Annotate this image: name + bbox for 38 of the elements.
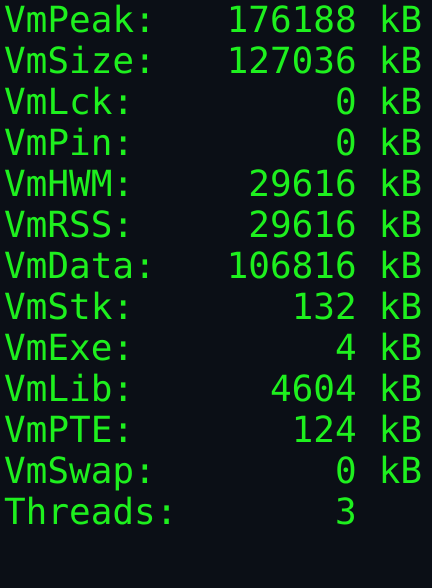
field-value: 0	[334, 451, 357, 492]
unit-label: kB	[378, 0, 422, 41]
field-value: 4	[334, 328, 357, 369]
field-label: VmHWM:	[4, 164, 136, 205]
field-label: VmPTE:	[4, 410, 136, 451]
unit-label: kB	[378, 246, 422, 287]
unit-label: kB	[378, 82, 422, 123]
field-label: VmSize:	[4, 41, 157, 82]
field-label: VmStk:	[4, 287, 136, 328]
unit-label: kB	[378, 123, 422, 164]
unit-label: kB	[378, 164, 422, 205]
field-value: 29616	[247, 164, 357, 205]
field-value: 124	[290, 410, 357, 451]
unit-label: kB	[378, 205, 422, 246]
field-value: 0	[334, 82, 357, 123]
field-label: VmExe:	[4, 328, 136, 369]
field-label: Threads:	[4, 492, 178, 533]
unit-label: kB	[378, 41, 422, 82]
field-label: VmPeak:	[4, 0, 157, 41]
field-value: 3	[334, 492, 357, 533]
field-value: 106816	[226, 246, 357, 287]
field-value: 4604	[268, 369, 357, 410]
field-label: VmLib:	[4, 369, 136, 410]
field-label: VmLck:	[4, 82, 136, 123]
field-label: VmPin:	[4, 123, 136, 164]
unit-label: kB	[378, 287, 422, 328]
field-value: 29616	[247, 205, 357, 246]
unit-label: kB	[378, 410, 422, 451]
field-value: 127036	[226, 41, 357, 82]
unit-label: kB	[378, 328, 422, 369]
field-label: VmData:	[4, 246, 157, 287]
field-label: VmRSS:	[4, 205, 136, 246]
field-value: 176188	[226, 0, 357, 41]
unit-label: kB	[378, 451, 422, 492]
field-value: 132	[290, 287, 357, 328]
field-label: VmSwap:	[4, 451, 157, 492]
unit-label: kB	[378, 369, 422, 410]
field-value: 0	[334, 123, 357, 164]
